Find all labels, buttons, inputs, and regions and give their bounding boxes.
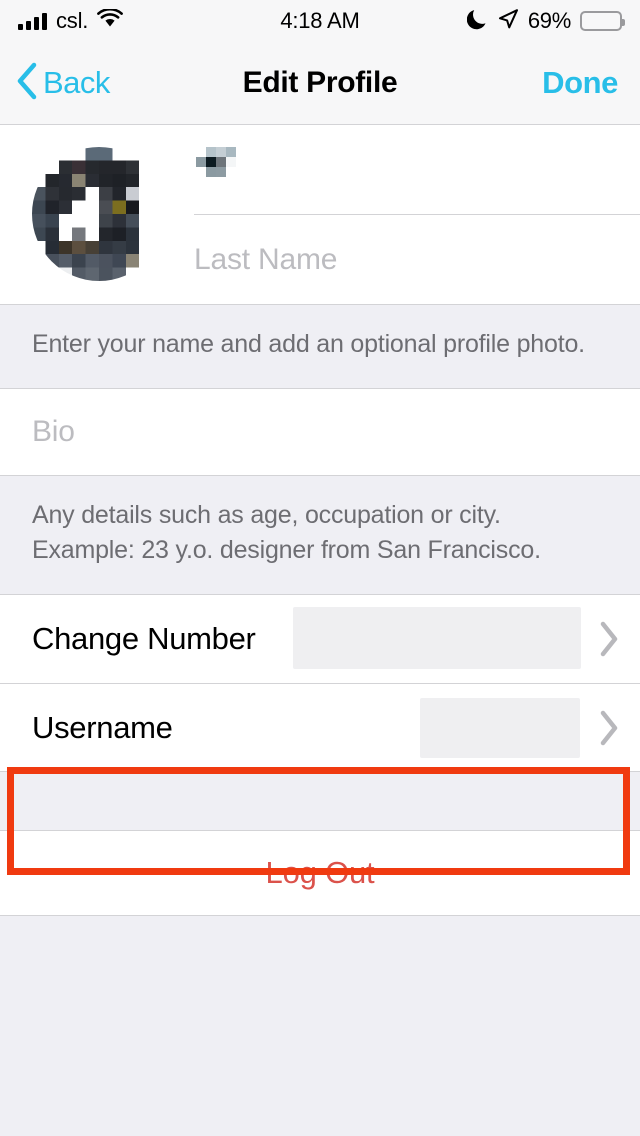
name-section-footer: Enter your name and add an optional prof… [0,305,640,388]
settings-content: Last Name Enter your name and add an opt… [0,125,640,1136]
last-name-placeholder: Last Name [194,242,338,276]
status-bar-clock: 4:18 AM [280,8,360,33]
first-name-field[interactable] [194,125,640,215]
chevron-right-icon [598,709,620,747]
bio-section-footer: Any details such as age, occupation or c… [0,476,640,594]
username-row[interactable]: Username [0,683,640,771]
avatar-mosaic [32,147,166,281]
name-section: Last Name [0,125,640,305]
first-name-redaction [194,147,238,192]
status-bar: csl. 4:18 AM 69% [0,0,640,42]
back-button-label: Back [43,65,110,100]
name-fields: Last Name [166,125,640,304]
chevron-left-icon [16,62,38,105]
bio-placeholder: Bio [32,415,75,448]
navigation-bar: Back Edit Profile Done [0,42,640,125]
username-value-redaction [420,698,580,758]
done-button[interactable]: Done [542,65,640,101]
last-name-field[interactable]: Last Name [194,215,640,304]
logout-label: Log Out [265,855,375,890]
change-number-row[interactable]: Change Number [0,595,640,683]
chevron-right-icon [598,620,620,658]
username-label: Username [32,709,173,745]
change-number-value-redaction [293,607,581,669]
group-spacer [0,772,640,830]
change-number-label: Change Number [32,621,256,656]
bottom-spacer [0,916,640,1036]
battery-icon [580,11,625,31]
account-settings-group: Change Number Username [0,594,640,772]
profile-avatar-pixelated[interactable] [32,147,166,281]
bio-field[interactable]: Bio [0,388,640,476]
back-button[interactable]: Back [0,62,110,105]
logout-button[interactable]: Log Out [0,830,640,916]
